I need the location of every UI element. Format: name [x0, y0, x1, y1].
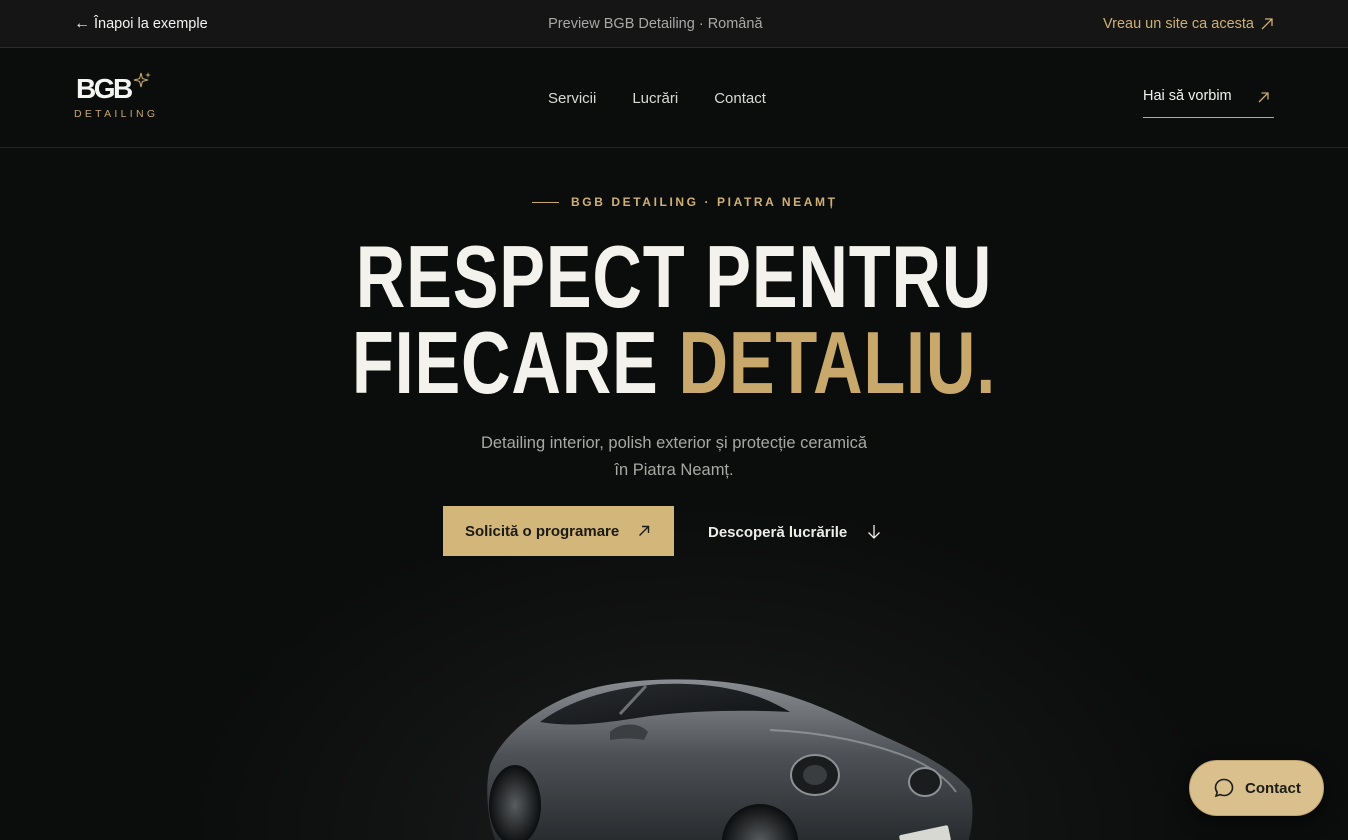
discover-work-link[interactable]: Descoperă lucrările — [708, 518, 881, 546]
eyebrow-text: BGB DETAILING · PIATRA NEAMȚ — [571, 195, 838, 209]
preview-bar: ← Înapoi la exemple Preview BGB Detailin… — [0, 0, 1348, 48]
want-site-label: Vreau un site ca acesta — [1102, 15, 1254, 32]
headline-gold-part: DETALIU. — [678, 313, 997, 412]
headline-white-part: FIECARE — [351, 313, 679, 412]
main-navbar: BGB DETAILING Servicii Lucrări Contact H… — [0, 48, 1348, 148]
nav-item-lucrari[interactable]: Lucrări — [632, 90, 678, 107]
hero-section: BGB DETAILING · PIATRA NEAMȚ RESPECT PEN… — [0, 148, 1348, 840]
lets-talk-label: Hai să vorbim — [1143, 88, 1232, 104]
hero-eyebrow: BGB DETAILING · PIATRA NEAMȚ — [532, 195, 838, 209]
back-label: Înapoi la exemple — [94, 15, 208, 32]
logo-wordmark: BGB — [76, 72, 133, 104]
lets-talk-button[interactable]: Hai să vorbim — [1143, 86, 1274, 118]
arrow-left-icon: ← — [74, 14, 90, 32]
back-to-examples-link[interactable]: ← Înapoi la exemple — [74, 14, 208, 32]
sparkle-icon — [133, 71, 151, 87]
request-appointment-button[interactable]: Solicită o programare — [443, 506, 674, 556]
discover-work-label: Descoperă lucrările — [708, 523, 848, 541]
eyebrow-divider — [532, 201, 559, 203]
want-site-link[interactable]: Vreau un site ca acesta — [1103, 16, 1274, 32]
headline-line-1: RESPECT PENTRU — [355, 227, 993, 326]
chat-bubble-icon — [1214, 778, 1234, 798]
nav-item-contact[interactable]: Contact — [714, 90, 766, 107]
hero-description: Detailing interior, polish exterior și p… — [0, 430, 1348, 484]
floating-contact-label: Contact — [1245, 779, 1301, 797]
arrow-up-right-icon — [639, 525, 650, 536]
nav-item-servicii[interactable]: Servicii — [548, 90, 596, 107]
description-line-2: în Piatra Neamț. — [614, 461, 734, 479]
nav-links: Servicii Lucrări Contact — [548, 48, 766, 148]
logo-subtitle: DETAILING — [74, 107, 159, 120]
logo[interactable]: BGB DETAILING — [74, 71, 164, 123]
description-line-1: Detailing interior, polish exterior și p… — [480, 434, 868, 452]
sports-car-image — [487, 679, 973, 840]
floating-contact-button[interactable]: Contact — [1189, 760, 1324, 816]
arrow-down-icon — [868, 525, 881, 539]
arrow-up-right-icon — [1258, 92, 1269, 103]
hero-headline: RESPECT PENTRU FIECARE DETALIU. — [148, 227, 1199, 407]
preview-label: Preview BGB Detailing · Română — [548, 15, 763, 32]
headline-line-2: FIECARE DETALIU. — [148, 319, 1199, 407]
request-appointment-label: Solicită o programare — [465, 522, 620, 540]
arrow-up-right-icon — [1261, 17, 1273, 29]
